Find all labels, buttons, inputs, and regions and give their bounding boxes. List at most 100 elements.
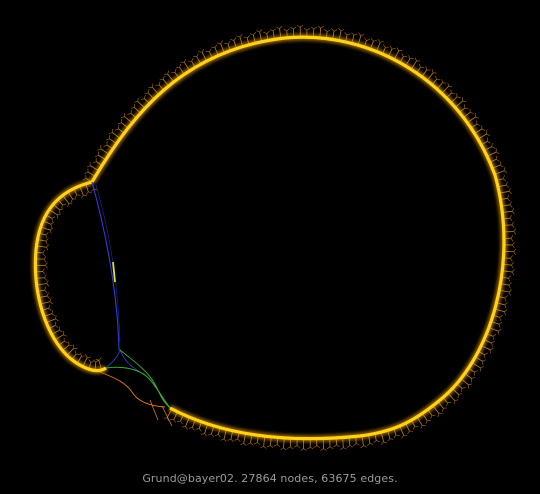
left-ring-spike-fork	[73, 347, 78, 350]
left-ring-spike-fork	[67, 203, 70, 207]
left-ring-spike-fork	[45, 240, 48, 245]
left-ring-spike-fork	[49, 230, 52, 234]
main-ring-spike-fork	[504, 309, 508, 312]
main-ring-spike-fork	[408, 55, 411, 59]
main-ring-spike-fork	[503, 167, 506, 171]
main-ring-spike-fork	[303, 27, 308, 31]
main-ring-spike-fork	[491, 343, 493, 347]
main-ring-spike-fork	[512, 211, 515, 215]
main-ring-spike-fork	[290, 446, 294, 450]
main-ring-spike-fork	[414, 57, 417, 62]
left-ring-spike-fork	[74, 350, 77, 355]
main-ring-spike-fork	[513, 228, 516, 232]
left-ring-spike-fork	[54, 325, 59, 328]
main-ring-spike-fork	[464, 107, 469, 110]
main-ring-spike-fork	[513, 248, 517, 252]
main-ring-spike-fork	[363, 37, 367, 41]
main-ring-spike-fork	[509, 201, 512, 205]
left-ring-spike-fork	[88, 191, 92, 194]
main-ring-spike-fork	[269, 29, 274, 32]
left-ring-spike-fork	[81, 195, 84, 199]
left-ring-spike-fork	[42, 249, 46, 254]
main-ring-spike-fork	[230, 39, 234, 41]
main-ring-spike-fork	[392, 48, 396, 50]
main-ring-spike-fork	[333, 444, 337, 448]
main-ring-spike-fork	[507, 198, 511, 202]
left-ring-spike-fork	[72, 344, 75, 349]
main-ring-spike-fork	[470, 112, 474, 114]
main-ring-spike-fork	[286, 28, 290, 32]
main-ring-spike-fork	[508, 282, 512, 286]
main-ring-spike-fork	[276, 444, 281, 447]
left-ring-glow	[31, 178, 108, 374]
main-ring-spike-fork	[369, 442, 374, 445]
main-ring-spike-fork	[174, 68, 177, 73]
main-ring-spike-fork	[234, 438, 238, 441]
main-ring-spike-fork	[453, 400, 455, 404]
main-ring-spike-fork	[496, 159, 500, 162]
main-ring-spike-fork	[192, 427, 195, 431]
left-ring-spike-fork	[63, 334, 67, 337]
main-ring-spike-fork	[380, 441, 384, 445]
main-ring-spike-fork	[209, 48, 212, 52]
main-ring-spike-fork	[320, 25, 324, 29]
main-ring-spike-fork	[358, 32, 362, 36]
main-ring-spike-fork	[313, 445, 317, 448]
main-ring-spike-fork	[511, 262, 514, 266]
connecting-edges	[91, 181, 173, 427]
left-ring-spike-fork	[49, 301, 53, 305]
main-ring-spike-fork	[95, 154, 99, 157]
main-ring-spike-fork	[306, 28, 311, 31]
main-ring-spike-fork	[504, 297, 507, 302]
main-ring-spike-fork	[293, 26, 297, 30]
main-ring-spike-fork	[259, 29, 263, 33]
main-ring-spike-fork	[214, 434, 219, 436]
main-ring-spike-fork	[144, 95, 146, 99]
main-ring-spike-fork	[366, 39, 371, 41]
main-ring-spike-fork	[173, 419, 176, 423]
left-ring-spike-fork	[49, 298, 52, 302]
main-ring-spike-fork	[448, 85, 453, 88]
main-ring-spike-fork	[457, 96, 461, 98]
main-ring-spike-fork	[376, 440, 380, 443]
main-ring-spike-fork	[462, 100, 467, 103]
main-ring-spike-fork	[211, 433, 214, 438]
main-ring-spike-fork	[503, 170, 508, 174]
main-ring-spike-fork	[430, 415, 433, 419]
main-ring-spike-fork	[283, 28, 287, 32]
main-ring-spike-fork	[401, 435, 404, 439]
left-ring-spike-fork	[44, 277, 48, 281]
main-ring-spike-fork	[482, 359, 487, 362]
main-ring-spike-fork	[317, 25, 321, 29]
main-ring-spike-fork	[450, 89, 452, 94]
left-ring-spike-fork	[83, 194, 87, 197]
main-ring-spike-fork	[151, 83, 154, 88]
main-ring-spike-fork	[297, 24, 301, 28]
main-ring-spike-fork	[283, 447, 287, 451]
main-ring-spike-fork	[273, 444, 278, 447]
main-ring-spike-fork	[510, 238, 514, 242]
main-ring-spike-fork	[442, 408, 444, 412]
main-ring-spike-fork	[236, 35, 240, 38]
main-ring-spike-fork	[326, 446, 331, 450]
left-ring-spike-fork	[42, 252, 45, 257]
main-ring-spike-fork	[296, 445, 301, 448]
main-ring-spike-fork	[510, 255, 513, 259]
main-ring-spike-fork	[476, 123, 481, 126]
left-ring-spike-fork	[59, 208, 64, 211]
main-ring-spike-fork	[484, 352, 488, 355]
main-ring-spike-fork	[351, 32, 355, 36]
left-ring-spike-fork	[51, 310, 54, 314]
main-ring-spike-fork	[512, 269, 515, 273]
left-ring-spike-fork	[48, 304, 51, 309]
main-ring-spike-fork	[108, 132, 113, 135]
main-ring-spike-fork	[508, 278, 511, 282]
main-ring-spike-fork	[346, 445, 351, 448]
main-ring-spike-fork	[205, 51, 210, 53]
main-ring-spike-fork	[224, 42, 229, 45]
main-ring-spike-fork	[425, 66, 428, 70]
main-ring-spike-fork	[504, 311, 506, 316]
main-ring-spike-fork	[510, 235, 514, 239]
left-ring-spike-fork	[59, 330, 63, 333]
main-ring-spike-fork	[237, 438, 241, 442]
